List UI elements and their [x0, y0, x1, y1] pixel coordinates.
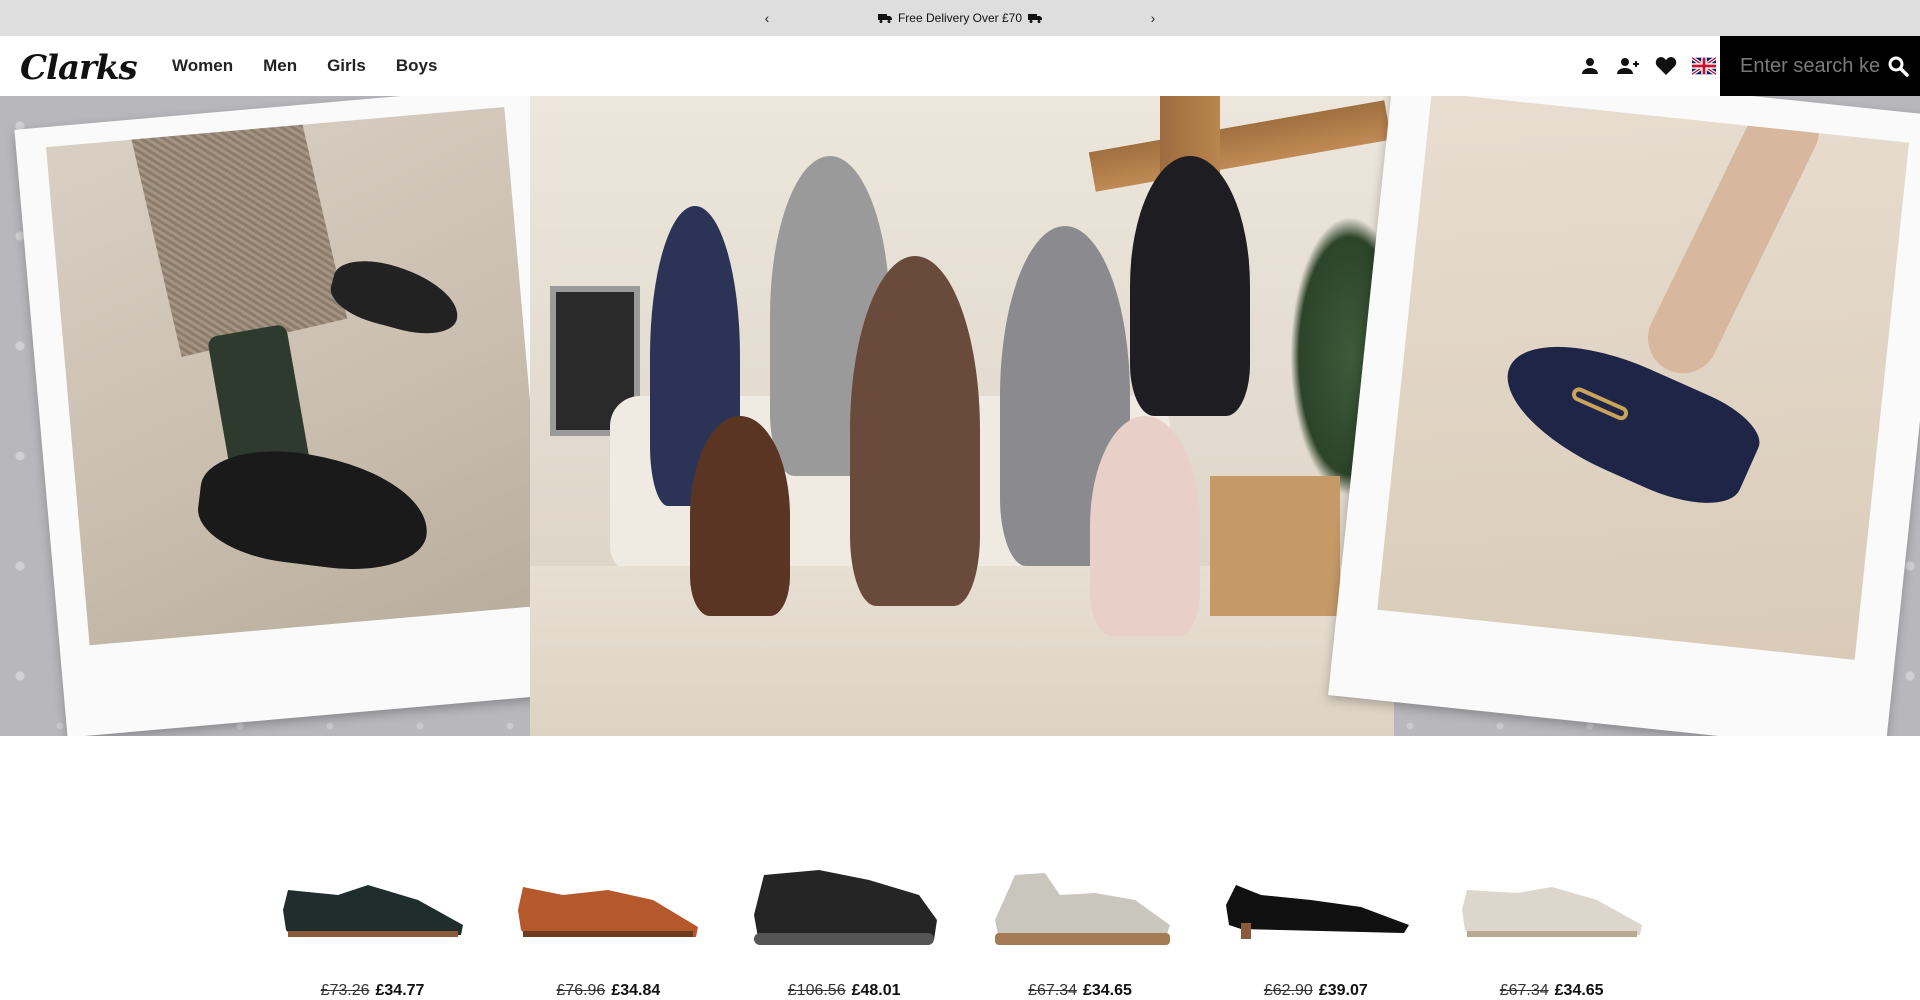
price-now: £34.77 — [375, 982, 425, 999]
person-girl-brown — [690, 416, 790, 616]
truck-icon — [1028, 14, 1043, 23]
brogue-shoe-photo — [46, 107, 548, 646]
product-image[interactable] — [1454, 850, 1649, 960]
promo-next-button[interactable]: › — [1143, 0, 1163, 36]
wood-beam — [1088, 100, 1392, 192]
price-was: £67.34 — [1499, 982, 1549, 999]
product-card[interactable]: £76.96 £34.84 — [511, 850, 702, 999]
nav-men[interactable]: Men — [263, 56, 297, 76]
account-icon[interactable] — [1578, 54, 1602, 78]
price-now: £34.65 — [1554, 982, 1604, 999]
product-price: £76.96 £34.84 — [511, 982, 706, 1000]
header-icons — [1578, 36, 1716, 96]
price-was: £106.56 — [787, 982, 846, 999]
product-image[interactable] — [982, 850, 1177, 960]
nav-boys[interactable]: Boys — [396, 56, 438, 76]
hero-banner[interactable] — [0, 96, 1920, 736]
leg — [1636, 96, 1831, 385]
product-price: £106.56 £48.01 — [747, 982, 942, 1000]
brogue-shoe — [192, 441, 435, 579]
price-now: £39.07 — [1318, 982, 1368, 999]
person-woman-black — [1130, 156, 1250, 416]
trouser-leg — [129, 107, 348, 357]
brogue-shoe-back — [324, 251, 466, 344]
price-was: £76.96 — [556, 982, 606, 999]
price-now: £34.65 — [1082, 982, 1132, 999]
promo-message[interactable]: Free Delivery Over £70 — [877, 11, 1043, 25]
uk-flag-icon[interactable] — [1692, 54, 1716, 78]
promo-bar: ‹ Free Delivery Over £70 › — [0, 0, 1920, 36]
navy-pump-shoe — [1487, 316, 1770, 523]
price-now: £48.01 — [851, 982, 901, 999]
product-card[interactable]: £73.26 £34.77 — [275, 850, 466, 999]
navy-pump-photo — [1377, 96, 1909, 660]
navy-pump-polaroid — [1328, 96, 1920, 736]
product-image[interactable] — [1218, 850, 1413, 960]
wishlist-heart-icon[interactable] — [1654, 54, 1678, 78]
main-nav: Women Men Girls Boys — [172, 36, 437, 96]
nav-girls[interactable]: Girls — [327, 56, 366, 76]
product-price: £67.34 £34.65 — [1454, 982, 1649, 1000]
register-icon[interactable] — [1616, 54, 1640, 78]
brogue-shoe-polaroid — [14, 96, 586, 736]
product-card[interactable]: £67.34 £34.65 — [1454, 850, 1645, 999]
search-bar — [1720, 36, 1920, 96]
nav-women[interactable]: Women — [172, 56, 233, 76]
product-price: £73.26 £34.77 — [275, 982, 470, 1000]
truck-icon — [877, 14, 892, 23]
price-was: £62.90 — [1263, 982, 1313, 999]
product-image[interactable] — [275, 850, 470, 960]
product-image[interactable] — [511, 850, 706, 960]
clarks-logo[interactable]: Clarks — [20, 48, 138, 88]
person-teen-blazer — [850, 256, 980, 606]
promo-text: Free Delivery Over £70 — [897, 11, 1023, 25]
product-price: £67.34 £34.65 — [982, 982, 1177, 1000]
product-card[interactable]: £106.56 £48.01 — [747, 850, 938, 999]
side-table — [1210, 476, 1340, 616]
product-image[interactable] — [747, 850, 942, 960]
product-card[interactable]: £62.90 £39.07 — [1218, 850, 1409, 999]
family-sofa-photo — [530, 96, 1394, 736]
price-was: £67.34 — [1028, 982, 1077, 999]
site-header: Clarks Women Men Girls Boys — [0, 36, 1920, 96]
product-carousel: £73.26 £34.77 £76.96 £34.84 £106.56 £48.01 … — [275, 850, 1645, 999]
product-card[interactable]: £67.34 £34.65 — [982, 850, 1173, 999]
price-now: £34.84 — [611, 982, 661, 999]
product-price: £62.90 £39.07 — [1218, 982, 1413, 1000]
search-input[interactable] — [1740, 54, 1880, 78]
search-icon[interactable] — [1886, 54, 1910, 78]
price-was: £73.26 — [320, 982, 370, 999]
promo-prev-button[interactable]: ‹ — [757, 0, 777, 36]
person-girl-pink — [1090, 416, 1200, 636]
